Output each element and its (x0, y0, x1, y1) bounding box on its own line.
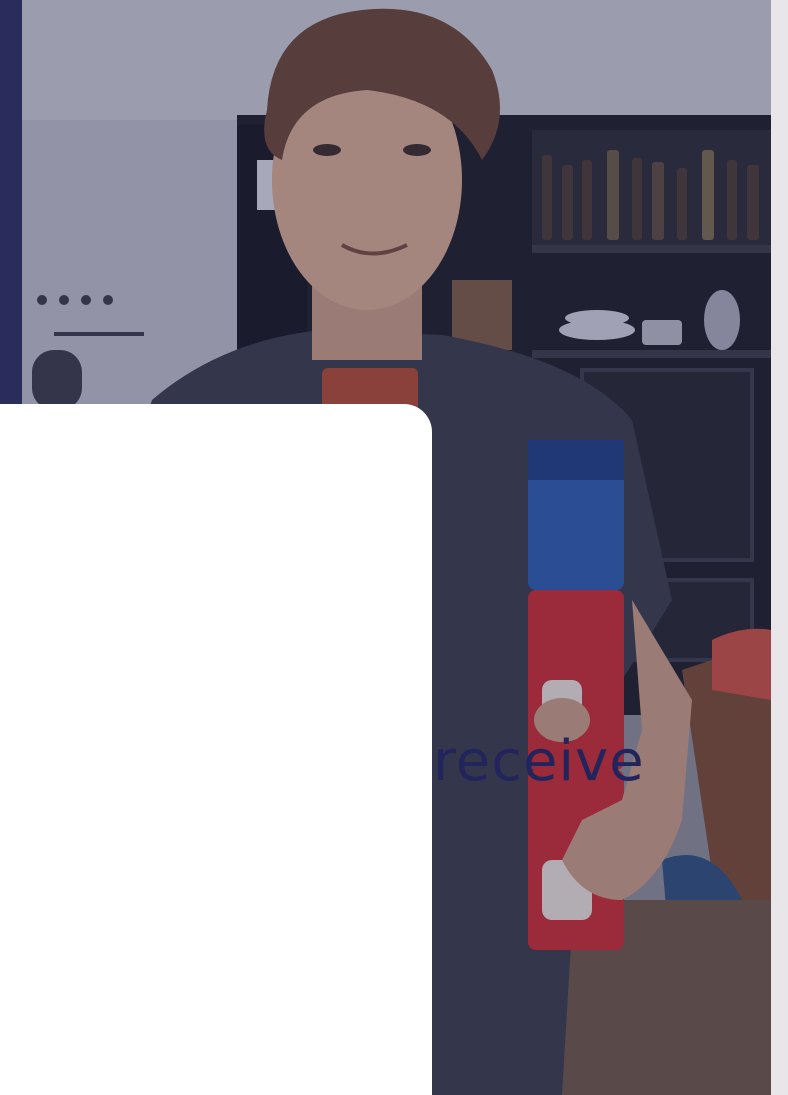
page: receive (0, 0, 788, 1095)
headline-text: receive (433, 729, 645, 794)
content-card: receive (0, 404, 644, 1095)
card-headline: receive (0, 730, 788, 794)
left-accent-strip (0, 0, 22, 400)
right-edge-panel (771, 0, 788, 1095)
